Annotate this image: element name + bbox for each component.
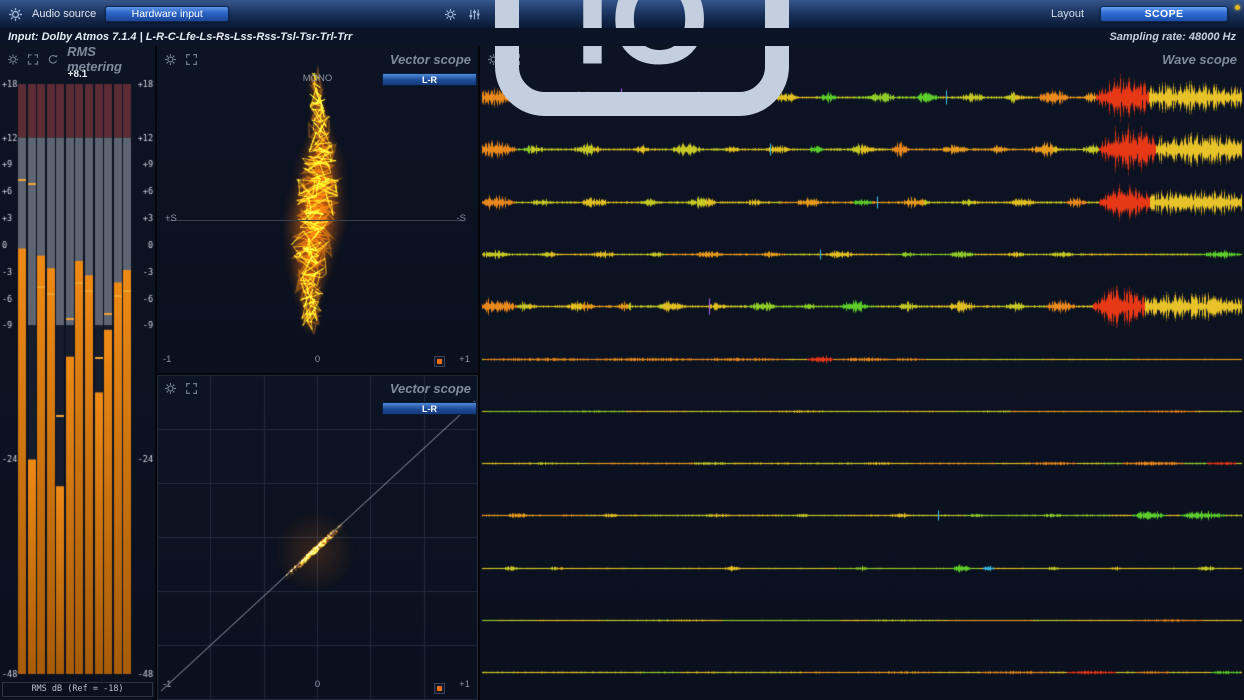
- vs2-clip-indicator[interactable]: [434, 683, 445, 694]
- vs1-panel-header: Vector scope: [157, 46, 478, 72]
- setup-gear-icon[interactable]: [444, 8, 457, 21]
- rms-settings-gear-icon[interactable]: [7, 53, 19, 66]
- io-setup-icon[interactable]: IO: [492, 0, 792, 119]
- rms-meter-bars: [0, 46, 155, 700]
- vs2-axis-mid-label: 0: [157, 679, 478, 690]
- hardware-input-button[interactable]: Hardware input: [105, 6, 229, 22]
- vs2-mode-button[interactable]: L-R: [382, 402, 477, 415]
- input-configuration-text: Input: Dolby Atmos 7.1.4 | L-R-C-Lfe-Ls-…: [8, 31, 352, 43]
- plus-s-label: +S: [165, 213, 177, 224]
- vector-scope-panel-bottom: Vector scope L-R -1 0 +1: [157, 375, 478, 700]
- minus-s-label: -S: [457, 213, 467, 224]
- rms-panel-header: RMS metering: [0, 46, 155, 72]
- rms-fullscreen-icon[interactable]: [27, 53, 39, 66]
- vs1-axis-max-label: +1: [459, 354, 470, 365]
- vs1-clip-indicator[interactable]: [434, 356, 445, 367]
- s-axis-line: [167, 220, 462, 221]
- rms-metering-panel: RMS metering +8.1 RMS dB (Ref = -18): [0, 46, 155, 700]
- vs1-settings-gear-icon[interactable]: [164, 53, 177, 66]
- rms-panel-title: RMS metering: [67, 44, 148, 74]
- wave-panel-title: Wave scope: [1162, 52, 1237, 67]
- wave-scope-display: [480, 46, 1244, 700]
- vs2-panel-title: Vector scope: [390, 381, 471, 396]
- audio-analyzer-window: Audio source Hardware input IO Layout SC…: [0, 0, 1244, 700]
- scope-button[interactable]: SCOPE: [1100, 6, 1228, 22]
- rms-reset-icon[interactable]: [47, 53, 59, 66]
- status-indicator-dot: [1235, 5, 1240, 10]
- top-toolbar: Audio source Hardware input IO Layout SC…: [0, 0, 1244, 28]
- vs2-panel-header: Vector scope: [157, 375, 478, 401]
- vector-scope-panel-top: Vector scope L-R MONO +S -S -1 0 +1: [157, 46, 478, 373]
- rms-reference-label: RMS dB (Ref = -18): [2, 682, 153, 697]
- wave-scope-panel: Wave scope: [480, 46, 1244, 700]
- main-settings-gear-icon[interactable]: [8, 7, 23, 22]
- vector-scope-display-bottom: [157, 375, 478, 700]
- vs1-axis-mid-label: 0: [157, 354, 478, 365]
- vs1-fullscreen-icon[interactable]: [185, 53, 198, 66]
- toolbar-right-group: Layout SCOPE: [792, 6, 1244, 22]
- toolbar-left-group: Audio source Hardware input: [0, 6, 444, 22]
- channel-routing-icon[interactable]: [468, 8, 481, 21]
- audio-source-label: Audio source: [32, 8, 96, 20]
- vs2-axis-max-label: +1: [459, 679, 470, 690]
- sampling-rate-text: Sampling rate: 48000 Hz: [1109, 31, 1236, 43]
- toolbar-center-group: IO: [444, 0, 792, 119]
- layout-button[interactable]: Layout: [1051, 8, 1084, 20]
- vector-scope-display-top: [157, 46, 478, 373]
- vs2-settings-gear-icon[interactable]: [164, 382, 177, 395]
- input-info-bar: Input: Dolby Atmos 7.1.4 | L-R-C-Lfe-Ls-…: [0, 28, 1244, 46]
- vs2-fullscreen-icon[interactable]: [185, 382, 198, 395]
